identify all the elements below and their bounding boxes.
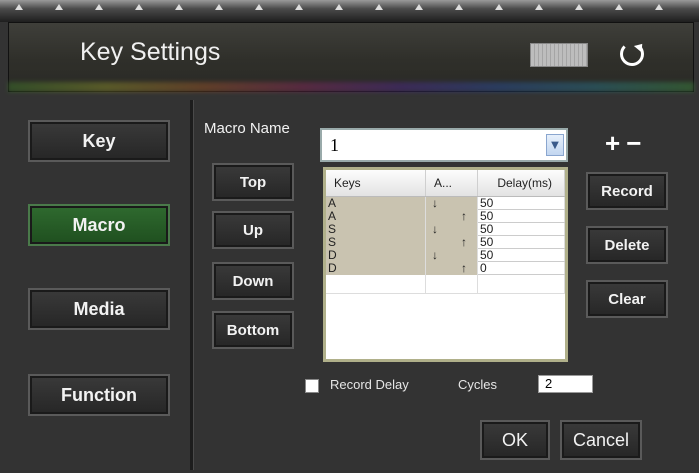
key-up-icon: ↑ [425,235,478,249]
table-empty-row[interactable] [326,274,565,294]
macro-name-value: 1 [330,135,339,155]
table-row[interactable]: A ↑ 50 [326,209,565,223]
row-key: D [326,261,426,275]
column-header-action[interactable]: A... [425,170,478,197]
window-title: Key Settings [80,38,221,66]
row-delay[interactable]: 50 [477,222,565,236]
move-down-button[interactable]: Down [212,262,294,300]
add-remove-macro: +− [605,128,647,159]
move-bottom-button[interactable]: Bottom [212,311,294,349]
table-row[interactable]: D ↓ 50 [326,248,565,262]
cycles-input[interactable]: 2 [538,375,593,393]
row-delay[interactable]: 50 [477,209,565,223]
nav-key-button[interactable]: Key [28,120,170,162]
column-header-keys[interactable]: Keys [326,170,426,197]
table-row[interactable]: S ↓ 50 [326,222,565,236]
rainbow-glow [8,82,694,92]
nav-macro-button[interactable]: Macro [28,204,170,246]
add-macro-button[interactable]: + [605,128,626,158]
key-up-icon: ↑ [425,209,478,223]
table-header-row: Keys A... Delay(ms) [326,170,565,197]
macro-grid: Keys A... Delay(ms) A ↓ 50 A ↑ 50 S ↓ 50… [326,170,565,294]
keyboard-icon[interactable] [530,43,588,67]
delete-button[interactable]: Delete [586,226,668,264]
nav-media-button[interactable]: Media [28,288,170,330]
record-delay-checkbox[interactable] [305,379,319,393]
chevron-down-icon[interactable]: ▼ [546,134,564,156]
table-row[interactable]: S ↑ 50 [326,235,565,249]
row-delay[interactable]: 50 [477,248,565,262]
ok-button[interactable]: OK [480,420,550,460]
panel-divider [190,100,194,470]
top-strip [0,0,699,22]
cycles-label: Cycles [458,377,498,392]
row-delay[interactable]: 50 [477,235,565,249]
move-top-button[interactable]: Top [212,163,294,201]
remove-macro-button[interactable]: − [626,128,647,158]
row-delay[interactable]: 50 [477,196,565,210]
macro-table[interactable]: Keys A... Delay(ms) A ↓ 50 A ↑ 50 S ↓ 50… [323,167,568,362]
row-key: A [326,196,426,210]
column-header-delay[interactable]: Delay(ms) [477,170,565,197]
move-up-button[interactable]: Up [212,211,294,249]
row-key: S [326,235,426,249]
row-delay[interactable]: 0 [477,261,565,275]
key-up-icon: ↑ [425,261,478,275]
cancel-button[interactable]: Cancel [560,420,642,460]
key-down-icon: ↓ [425,196,478,210]
record-delay-label: Record Delay [330,377,409,392]
macro-name-select[interactable]: 1 ▼ [320,128,568,162]
nav-function-button[interactable]: Function [28,374,170,416]
key-down-icon: ↓ [425,222,478,236]
row-key: S [326,222,426,236]
reset-icon[interactable] [620,42,644,66]
key-settings-window: Key Settings Key Macro Media Function Ma… [0,0,699,473]
macro-name-label: Macro Name [204,120,290,137]
row-key: A [326,209,426,223]
clear-button[interactable]: Clear [586,280,668,318]
key-down-icon: ↓ [425,248,478,262]
row-key: D [326,248,426,262]
table-row[interactable]: A ↓ 50 [326,196,565,210]
table-row[interactable]: D ↑ 0 [326,261,565,275]
record-button[interactable]: Record [586,172,668,210]
